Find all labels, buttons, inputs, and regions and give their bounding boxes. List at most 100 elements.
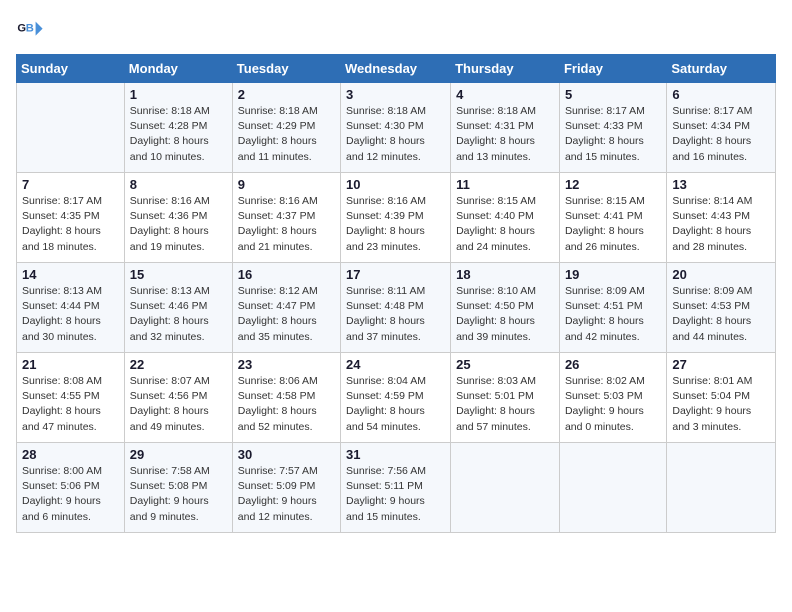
day-number: 10: [346, 177, 445, 192]
day-number: 1: [130, 87, 227, 102]
calendar-cell: 21 Sunrise: 8:08 AMSunset: 4:55 PMDayligh…: [17, 353, 125, 443]
day-number: 30: [238, 447, 335, 462]
day-info: Sunrise: 8:16 AMSunset: 4:39 PMDaylight:…: [346, 194, 445, 255]
weekday-header-saturday: Saturday: [667, 55, 776, 83]
calendar-cell: 9 Sunrise: 8:16 AMSunset: 4:37 PMDaylight…: [232, 173, 340, 263]
day-number: 26: [565, 357, 661, 372]
calendar-cell: 12Sunrise: 8:15 AMSunset: 4:41 PMDayligh…: [559, 173, 666, 263]
day-info: Sunrise: 7:56 AMSunset: 5:11 PMDaylight:…: [346, 464, 445, 525]
calendar-cell: 14 Sunrise: 8:13 AMSunset: 4:44 PMDayligh…: [17, 263, 125, 353]
day-number: 24: [346, 357, 445, 372]
day-info: Sunrise: 8:13 AMSunset: 4:44 PMDaylight:…: [22, 284, 119, 345]
day-info: Sunrise: 8:09 AMSunset: 4:51 PMDaylight:…: [565, 284, 661, 345]
day-info: Sunrise: 8:16 AMSunset: 4:37 PMDaylight:…: [238, 194, 335, 255]
weekday-header-monday: Monday: [124, 55, 232, 83]
calendar-cell: 26 Sunrise: 8:02 AMSunset: 5:03 PMDayligh…: [559, 353, 666, 443]
calendar-cell: 25Sunrise: 8:03 AMSunset: 5:01 PMDayligh…: [451, 353, 560, 443]
day-number: 4: [456, 87, 554, 102]
weekday-header-friday: Friday: [559, 55, 666, 83]
day-number: 22: [130, 357, 227, 372]
logo: G B: [16, 16, 48, 44]
day-number: 20: [672, 267, 770, 282]
day-info: Sunrise: 8:18 AMSunset: 4:28 PMDaylight:…: [130, 104, 227, 165]
calendar-cell: 23 Sunrise: 8:06 AMSunset: 4:58 PMDayligh…: [232, 353, 340, 443]
day-info: Sunrise: 7:57 AMSunset: 5:09 PMDaylight:…: [238, 464, 335, 525]
weekday-header-thursday: Thursday: [451, 55, 560, 83]
calendar-cell: 10 Sunrise: 8:16 AMSunset: 4:39 PMDayligh…: [341, 173, 451, 263]
day-number: 27: [672, 357, 770, 372]
weekday-header-tuesday: Tuesday: [232, 55, 340, 83]
calendar-cell: 28 Sunrise: 8:00 AMSunset: 5:06 PMDayligh…: [17, 443, 125, 533]
day-number: 25: [456, 357, 554, 372]
logo-icon: G B: [16, 16, 44, 44]
week-row-1: 7Sunrise: 8:17 AMSunset: 4:35 PMDaylight…: [17, 173, 776, 263]
calendar-cell: 30 Sunrise: 7:57 AMSunset: 5:09 PMDayligh…: [232, 443, 340, 533]
day-info: Sunrise: 8:07 AMSunset: 4:56 PMDaylight:…: [130, 374, 227, 435]
day-info: Sunrise: 8:14 AMSunset: 4:43 PMDaylight:…: [672, 194, 770, 255]
calendar-cell: 16 Sunrise: 8:12 AMSunset: 4:47 PMDayligh…: [232, 263, 340, 353]
day-number: 7: [22, 177, 119, 192]
day-info: Sunrise: 8:04 AMSunset: 4:59 PMDaylight:…: [346, 374, 445, 435]
day-number: 3: [346, 87, 445, 102]
day-info: Sunrise: 8:10 AMSunset: 4:50 PMDaylight:…: [456, 284, 554, 345]
day-info: Sunrise: 8:17 AMSunset: 4:33 PMDaylight:…: [565, 104, 661, 165]
day-number: 8: [130, 177, 227, 192]
day-info: Sunrise: 7:58 AMSunset: 5:08 PMDaylight:…: [130, 464, 227, 525]
day-info: Sunrise: 8:18 AMSunset: 4:29 PMDaylight:…: [238, 104, 335, 165]
weekday-header-row: SundayMondayTuesdayWednesdayThursdayFrid…: [17, 55, 776, 83]
day-number: 2: [238, 87, 335, 102]
calendar-cell: 7Sunrise: 8:17 AMSunset: 4:35 PMDaylight…: [17, 173, 125, 263]
calendar-cell: 5 Sunrise: 8:17 AMSunset: 4:33 PMDaylight…: [559, 83, 666, 173]
day-number: 18: [456, 267, 554, 282]
day-info: Sunrise: 8:18 AMSunset: 4:31 PMDaylight:…: [456, 104, 554, 165]
calendar-cell: 11 Sunrise: 8:15 AMSunset: 4:40 PMDayligh…: [451, 173, 560, 263]
day-info: Sunrise: 8:11 AMSunset: 4:48 PMDaylight:…: [346, 284, 445, 345]
calendar-cell: 31 Sunrise: 7:56 AMSunset: 5:11 PMDayligh…: [341, 443, 451, 533]
weekday-header-wednesday: Wednesday: [341, 55, 451, 83]
day-info: Sunrise: 8:15 AMSunset: 4:40 PMDaylight:…: [456, 194, 554, 255]
day-number: 23: [238, 357, 335, 372]
calendar-cell: 13Sunrise: 8:14 AMSunset: 4:43 PMDayligh…: [667, 173, 776, 263]
calendar-cell: [17, 83, 125, 173]
day-number: 31: [346, 447, 445, 462]
day-number: 11: [456, 177, 554, 192]
day-number: 9: [238, 177, 335, 192]
week-row-0: 1 Sunrise: 8:18 AMSunset: 4:28 PMDaylight…: [17, 83, 776, 173]
calendar-cell: 19Sunrise: 8:09 AMSunset: 4:51 PMDayligh…: [559, 263, 666, 353]
calendar-cell: 27 Sunrise: 8:01 AMSunset: 5:04 PMDayligh…: [667, 353, 776, 443]
day-info: Sunrise: 8:17 AMSunset: 4:34 PMDaylight:…: [672, 104, 770, 165]
day-number: 28: [22, 447, 119, 462]
day-info: Sunrise: 8:13 AMSunset: 4:46 PMDaylight:…: [130, 284, 227, 345]
day-number: 5: [565, 87, 661, 102]
calendar-cell: [667, 443, 776, 533]
day-info: Sunrise: 8:06 AMSunset: 4:58 PMDaylight:…: [238, 374, 335, 435]
day-info: Sunrise: 8:16 AMSunset: 4:36 PMDaylight:…: [130, 194, 227, 255]
calendar-cell: 1 Sunrise: 8:18 AMSunset: 4:28 PMDaylight…: [124, 83, 232, 173]
calendar-cell: 20Sunrise: 8:09 AMSunset: 4:53 PMDayligh…: [667, 263, 776, 353]
day-info: Sunrise: 8:02 AMSunset: 5:03 PMDaylight:…: [565, 374, 661, 435]
page-header: G B: [16, 16, 776, 44]
day-number: 14: [22, 267, 119, 282]
calendar-cell: 15Sunrise: 8:13 AMSunset: 4:46 PMDayligh…: [124, 263, 232, 353]
calendar-cell: 4 Sunrise: 8:18 AMSunset: 4:31 PMDaylight…: [451, 83, 560, 173]
calendar-cell: 22 Sunrise: 8:07 AMSunset: 4:56 PMDayligh…: [124, 353, 232, 443]
weekday-header-sunday: Sunday: [17, 55, 125, 83]
day-info: Sunrise: 8:00 AMSunset: 5:06 PMDaylight:…: [22, 464, 119, 525]
day-number: 17: [346, 267, 445, 282]
day-number: 16: [238, 267, 335, 282]
calendar-cell: 17 Sunrise: 8:11 AMSunset: 4:48 PMDayligh…: [341, 263, 451, 353]
day-info: Sunrise: 8:08 AMSunset: 4:55 PMDaylight:…: [22, 374, 119, 435]
day-info: Sunrise: 8:15 AMSunset: 4:41 PMDaylight:…: [565, 194, 661, 255]
calendar-table: SundayMondayTuesdayWednesdayThursdayFrid…: [16, 54, 776, 533]
week-row-2: 14 Sunrise: 8:13 AMSunset: 4:44 PMDayligh…: [17, 263, 776, 353]
day-info: Sunrise: 8:18 AMSunset: 4:30 PMDaylight:…: [346, 104, 445, 165]
week-row-4: 28 Sunrise: 8:00 AMSunset: 5:06 PMDayligh…: [17, 443, 776, 533]
calendar-cell: 3 Sunrise: 8:18 AMSunset: 4:30 PMDaylight…: [341, 83, 451, 173]
day-number: 21: [22, 357, 119, 372]
calendar-cell: 2 Sunrise: 8:18 AMSunset: 4:29 PMDaylight…: [232, 83, 340, 173]
calendar-cell: 8 Sunrise: 8:16 AMSunset: 4:36 PMDaylight…: [124, 173, 232, 263]
day-info: Sunrise: 8:12 AMSunset: 4:47 PMDaylight:…: [238, 284, 335, 345]
calendar-cell: 29Sunrise: 7:58 AMSunset: 5:08 PMDayligh…: [124, 443, 232, 533]
day-info: Sunrise: 8:01 AMSunset: 5:04 PMDaylight:…: [672, 374, 770, 435]
calendar-cell: 24 Sunrise: 8:04 AMSunset: 4:59 PMDayligh…: [341, 353, 451, 443]
